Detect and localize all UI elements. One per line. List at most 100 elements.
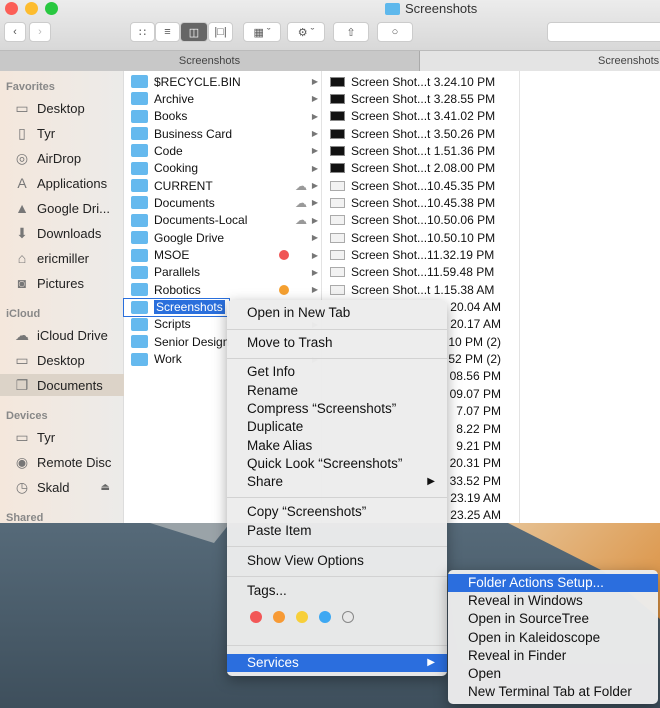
file-row[interactable]: Screen Shot...10.50.06 PM xyxy=(322,212,520,229)
eject-icon[interactable]: ⏏ xyxy=(101,482,110,493)
tag-color-1-icon[interactable] xyxy=(273,611,285,623)
service-item[interactable]: Folder Actions Setup... xyxy=(448,574,658,592)
sidebar-item[interactable]: ◉ Remote Disc xyxy=(0,451,124,473)
service-item[interactable]: Open in SourceTree xyxy=(448,610,658,628)
file-row[interactable]: Screen Shot...t 3.24.10 PM xyxy=(322,73,520,90)
sidebar-item[interactable]: ▲ Google Dri... xyxy=(0,197,124,219)
menu-compress[interactable]: Compress “Screenshots” xyxy=(227,400,447,418)
sidebar-header: Devices xyxy=(6,410,48,422)
folder-row[interactable]: MSOE ▶ xyxy=(124,247,321,264)
folder-icon xyxy=(131,283,148,297)
cloud-download-icon[interactable]: ☁ xyxy=(295,179,307,193)
zoom-button[interactable] xyxy=(45,2,58,15)
folder-row[interactable]: Archive ▶ xyxy=(124,90,321,107)
cover-flow-button[interactable]: |□| xyxy=(208,22,233,42)
tag-color-3-icon[interactable] xyxy=(319,611,331,623)
sidebar-item[interactable]: ⬇ Downloads xyxy=(0,222,124,244)
action-gear-button[interactable]: ⚙ ˇ xyxy=(287,22,325,42)
sidebar-item[interactable]: ◷ Skald ⏏ xyxy=(0,476,124,498)
service-item[interactable]: Reveal in Windows xyxy=(448,592,658,610)
disclosure-arrow-icon: ▶ xyxy=(311,129,318,139)
folder-row[interactable]: Parallels ▶ xyxy=(124,264,321,281)
forward-button[interactable]: › xyxy=(29,22,51,42)
tag-color-0-icon[interactable] xyxy=(250,611,262,623)
file-row[interactable]: Screen Shot...10.50.10 PM xyxy=(322,229,520,246)
folder-row[interactable]: Documents-Local ☁ ▶ xyxy=(124,212,321,229)
file-name: Screen Shot...t 2.08.00 PM xyxy=(351,161,496,176)
sidebar-item[interactable]: ▭ Tyr xyxy=(0,426,124,448)
icon-view-button[interactable]: ∷ xyxy=(130,22,155,42)
service-item[interactable]: Reveal in Finder xyxy=(448,647,658,665)
file-row[interactable]: Screen Shot...10.45.35 PM xyxy=(322,177,520,194)
search-input[interactable] xyxy=(547,22,660,42)
service-item[interactable]: New Terminal Tab at Folder xyxy=(448,683,658,701)
minimize-button[interactable] xyxy=(25,2,38,15)
back-button[interactable]: ‹ xyxy=(4,22,26,42)
sidebar-item[interactable]: ▯ Tyr xyxy=(0,122,124,144)
file-row[interactable]: Screen Shot...t 1.15.38 AM xyxy=(322,281,520,298)
file-name: 33.52 PM xyxy=(449,473,501,488)
file-row[interactable]: Screen Shot...t 3.50.26 PM xyxy=(322,125,520,142)
image-thumbnail-icon xyxy=(330,197,345,208)
menu-tags[interactable]: Tags... xyxy=(227,582,447,600)
column-view-button[interactable]: ◫ xyxy=(180,22,208,42)
folder-row[interactable]: Cooking ▶ xyxy=(124,160,321,177)
folder-row[interactable]: Documents ☁ ▶ xyxy=(124,194,321,211)
menu-move-to-trash[interactable]: Move to Trash xyxy=(227,334,447,352)
menu-share[interactable]: Share ▶ xyxy=(227,473,447,491)
menu-show-view-options[interactable]: Show View Options xyxy=(227,552,447,570)
file-row[interactable]: Screen Shot...t 3.28.55 PM xyxy=(322,90,520,107)
file-row[interactable]: Screen Shot...t 2.08.00 PM xyxy=(322,160,520,177)
folder-row[interactable]: Business Card ▶ xyxy=(124,125,321,142)
folder-row[interactable]: $RECYCLE.BIN ▶ xyxy=(124,73,321,90)
cloud-download-icon[interactable]: ☁ xyxy=(295,196,307,210)
tab-screenshots-1[interactable]: Screenshots xyxy=(0,51,420,71)
menu-open-in-new-tab[interactable]: Open in New Tab xyxy=(227,304,447,322)
toolbar: Screenshots ‹ › ∷ ≡ ◫ |□| ▦ ˇ ⚙ ˇ ⇧ ○ xyxy=(0,0,660,50)
menu-get-info[interactable]: Get Info xyxy=(227,363,447,381)
menu-copy[interactable]: Copy “Screenshots” xyxy=(227,503,447,521)
sidebar-item[interactable]: ◎ AirDrop xyxy=(0,147,124,169)
menu-duplicate[interactable]: Duplicate xyxy=(227,418,447,436)
disclosure-arrow-icon: ▶ xyxy=(311,250,318,260)
folder-row[interactable]: Robotics ▶ xyxy=(124,281,321,298)
folder-row[interactable]: Code ▶ xyxy=(124,142,321,159)
cloud-download-icon[interactable]: ☁ xyxy=(295,213,307,227)
folder-row[interactable]: Google Drive ▶ xyxy=(124,229,321,246)
file-row[interactable]: Screen Shot...10.45.38 PM xyxy=(322,194,520,211)
arrange-button[interactable]: ▦ ˇ xyxy=(243,22,281,42)
sidebar-item[interactable]: ▭ Desktop xyxy=(0,97,124,119)
list-view-button[interactable]: ≡ xyxy=(155,22,180,42)
sidebar-item[interactable]: ❐ Documents xyxy=(0,374,124,396)
menu-quick-look[interactable]: Quick Look “Screenshots” xyxy=(227,455,447,473)
file-row[interactable]: Screen Shot...t 1.51.36 PM xyxy=(322,142,520,159)
menu-paste-item[interactable]: Paste Item xyxy=(227,522,447,540)
service-item[interactable]: Open xyxy=(448,665,658,683)
close-button[interactable] xyxy=(5,2,18,15)
sidebar-item-label: AirDrop xyxy=(37,150,82,166)
folder-row[interactable]: Books ▶ xyxy=(124,108,321,125)
file-row[interactable]: Screen Shot...11.32.19 PM xyxy=(322,247,520,264)
sidebar-item[interactable]: ☁ iCloud Drive xyxy=(0,324,124,346)
sidebar-item[interactable]: A Applications xyxy=(0,172,124,194)
sidebar-item[interactable]: ◙ Pictures xyxy=(0,272,124,294)
tag-dot-icon xyxy=(279,250,289,260)
image-thumbnail-icon xyxy=(330,111,345,122)
menu-rename[interactable]: Rename xyxy=(227,382,447,400)
tag-button[interactable]: ○ xyxy=(377,22,413,42)
menu-services[interactable]: Services ▶ xyxy=(227,654,447,672)
tag-color-4-icon[interactable] xyxy=(342,611,354,623)
tag-color-2-icon[interactable] xyxy=(296,611,308,623)
share-button[interactable]: ⇧ xyxy=(333,22,369,42)
sidebar-item[interactable]: ▭ Desktop xyxy=(0,349,124,371)
file-row[interactable]: Screen Shot...t 3.41.02 PM xyxy=(322,108,520,125)
sidebar-item[interactable]: ⌂ ericmiller xyxy=(0,247,124,269)
folder-row[interactable]: CURRENT ☁ ▶ xyxy=(124,177,321,194)
tab-screenshots-2[interactable]: Screenshots xyxy=(420,51,660,71)
menu-make-alias[interactable]: Make Alias xyxy=(227,437,447,455)
file-row[interactable]: Screen Shot...11.59.48 PM xyxy=(322,264,520,281)
downloads-icon: ⬇ xyxy=(16,224,28,241)
file-name: 23.19 AM xyxy=(450,490,501,505)
folder-row[interactable]: Screenshots xyxy=(123,297,230,317)
service-item[interactable]: Open in Kaleidoscope xyxy=(448,629,658,647)
